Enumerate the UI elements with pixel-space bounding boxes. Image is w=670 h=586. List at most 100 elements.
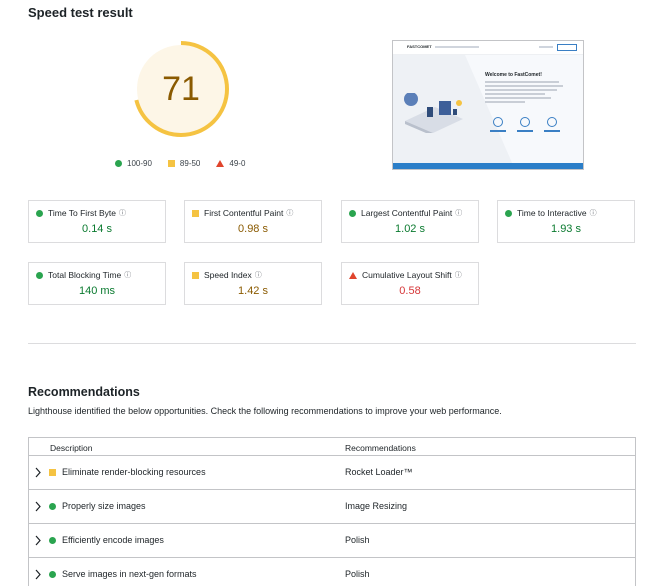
green-dot-icon — [49, 537, 56, 544]
orange-square-icon — [192, 271, 199, 279]
green-dot-icon — [49, 503, 56, 510]
metric-value: 1.42 s — [238, 285, 268, 297]
green-dot-icon — [36, 209, 43, 217]
thumbnail-text-line — [485, 85, 563, 87]
red-triangle-icon — [216, 160, 225, 167]
row-recommendation: Image Resizing — [345, 501, 408, 511]
metric-label-row: Time to Interactive ⓘ — [505, 208, 597, 218]
performance-score: 71 — [162, 69, 200, 108]
thumbnail-navbar: FASTCOMET — [393, 41, 583, 55]
website-screenshot-thumbnail: FASTCOMET Welcome to FastComet! — [392, 40, 584, 170]
info-icon[interactable]: ⓘ — [255, 270, 262, 280]
metric-label: Time To First Byte — [48, 208, 117, 218]
info-icon[interactable]: ⓘ — [590, 208, 597, 218]
row-description: Eliminate render-blocking resources — [62, 467, 206, 477]
orange-square-icon — [49, 469, 56, 476]
red-triangle-icon — [349, 271, 357, 279]
legend-item-average: 89-50 — [167, 159, 201, 168]
metric-card-cls: Cumulative Layout Shift ⓘ 0.58 — [341, 262, 479, 305]
metric-label-row: Time To First Byte ⓘ — [36, 208, 126, 218]
info-icon[interactable]: ⓘ — [455, 208, 462, 218]
row-recommendation: Polish — [345, 569, 370, 579]
metric-card-lcp: Largest Contentful Paint ⓘ 1.02 s — [341, 200, 479, 243]
metric-label-row: Largest Contentful Paint ⓘ — [349, 208, 462, 218]
orange-square-icon — [192, 209, 199, 217]
thumbnail-feature-label — [517, 130, 533, 132]
legend-label: 89-50 — [179, 159, 201, 168]
legend-item-poor: 49-0 — [216, 159, 245, 168]
metric-card-tti: Time to Interactive ⓘ 1.93 s — [497, 200, 635, 243]
green-dot-icon — [349, 209, 356, 217]
performance-score-gauge: 71 — [131, 39, 231, 139]
thumbnail-feature-icon — [520, 117, 530, 127]
thumbnail-text-line — [485, 93, 545, 95]
page-title: Speed test result — [28, 5, 133, 20]
legend-label: 49-0 — [229, 159, 246, 168]
metric-label: Largest Contentful Paint — [361, 208, 453, 218]
chevron-right-icon[interactable] — [34, 535, 42, 546]
metric-value: 0.14 s — [82, 223, 112, 235]
metric-label: Time to Interactive — [517, 208, 587, 218]
table-row[interactable]: Efficiently encode images Polish — [29, 524, 635, 558]
row-description: Serve images in next-gen formats — [62, 569, 197, 579]
metric-card-speed-index: Speed Index ⓘ 1.42 s — [184, 262, 322, 305]
column-header-description: Description — [50, 443, 93, 453]
thumbnail-text-line — [485, 81, 559, 83]
thumbnail-feature-icon — [493, 117, 503, 127]
row-description: Efficiently encode images — [62, 535, 164, 545]
chevron-right-icon[interactable] — [34, 501, 42, 512]
thumbnail-nav-link — [539, 46, 553, 48]
section-divider — [28, 343, 636, 344]
green-dot-icon — [36, 271, 43, 279]
metric-label: Speed Index — [204, 270, 252, 280]
metric-label-row: First Contentful Paint ⓘ — [192, 208, 293, 218]
metric-card-tbt: Total Blocking Time ⓘ 140 ms — [28, 262, 166, 305]
recommendations-description: Lighthouse identified the below opportun… — [28, 406, 502, 416]
thumbnail-nav-links — [435, 46, 479, 48]
metric-label-row: Cumulative Layout Shift ⓘ — [349, 270, 462, 280]
metric-label: Total Blocking Time — [48, 270, 122, 280]
thumbnail-feature-icon — [547, 117, 557, 127]
metric-value: 140 ms — [78, 285, 116, 297]
score-legend: 100-90 89-50 49-0 — [115, 159, 261, 168]
thumbnail-text-line — [485, 97, 551, 99]
recommendations-table: Description Recommendations Eliminate re… — [28, 437, 636, 586]
table-header: Description Recommendations — [29, 438, 635, 456]
info-icon[interactable]: ⓘ — [286, 208, 293, 218]
metric-card-ttfb: Time To First Byte ⓘ 0.14 s — [28, 200, 166, 243]
column-header-recommendations: Recommendations — [345, 443, 416, 453]
orange-square-icon — [167, 160, 175, 167]
thumbnail-feature-label — [544, 130, 560, 132]
metric-label-row: Total Blocking Time ⓘ — [36, 270, 131, 280]
thumbnail-nav-button — [557, 44, 577, 51]
thumbnail-feature-label — [490, 130, 506, 132]
metric-value: 0.58 — [399, 285, 421, 297]
metric-label: Cumulative Layout Shift — [362, 270, 452, 280]
green-dot-icon — [49, 571, 56, 578]
metric-value: 1.02 s — [395, 223, 425, 235]
table-row[interactable]: Properly size images Image Resizing — [29, 490, 635, 524]
metric-label: First Contentful Paint — [204, 208, 284, 218]
info-icon[interactable]: ⓘ — [119, 208, 126, 218]
green-dot-icon — [505, 209, 512, 217]
metric-value: 1.93 s — [551, 223, 581, 235]
thumbnail-logo: FASTCOMET — [407, 44, 432, 49]
chevron-right-icon[interactable] — [34, 467, 42, 478]
table-row[interactable]: Serve images in next-gen formats Polish — [29, 558, 635, 586]
info-icon[interactable]: ⓘ — [455, 270, 462, 280]
metric-card-fcp: First Contentful Paint ⓘ 0.98 s — [184, 200, 322, 243]
thumbnail-text-line — [485, 89, 557, 91]
thumbnail-text-line — [485, 101, 525, 103]
thumbnail-heading: Welcome to FastComet! — [485, 72, 542, 78]
recommendations-heading: Recommendations — [28, 385, 140, 399]
info-icon[interactable]: ⓘ — [124, 270, 131, 280]
row-description: Properly size images — [62, 501, 146, 511]
chevron-right-icon[interactable] — [34, 569, 42, 580]
metric-label-row: Speed Index ⓘ — [192, 270, 262, 280]
green-dot-icon — [115, 160, 122, 167]
table-row[interactable]: Eliminate render-blocking resources Rock… — [29, 456, 635, 490]
row-recommendation: Polish — [345, 535, 370, 545]
isometric-illustration — [404, 93, 463, 133]
legend-item-good: 100-90 — [115, 159, 152, 168]
legend-label: 100-90 — [127, 159, 152, 168]
